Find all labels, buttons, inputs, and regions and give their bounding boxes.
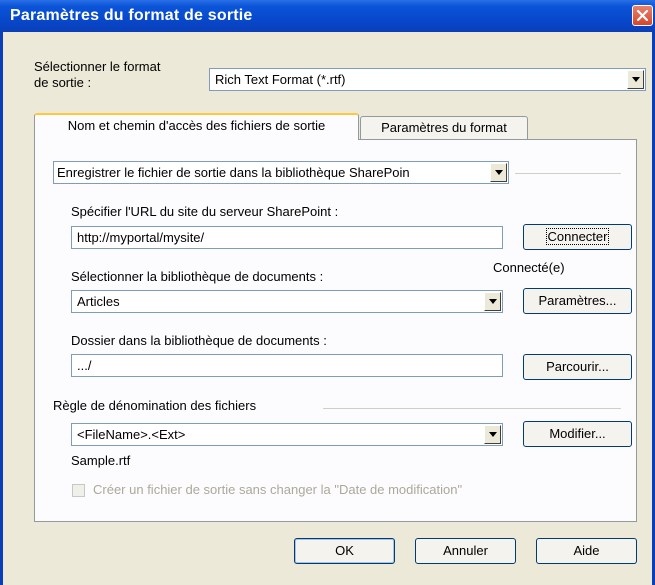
tab-panel: Enregistrer le fichier de sortie dans la… — [34, 139, 637, 522]
browse-button-label: Parcourir... — [546, 359, 609, 374]
format-label-line1: Sélectionner le format — [34, 59, 161, 74]
folder-value: .../ — [77, 358, 92, 373]
naming-rule-value: <FileName>.<Ext> — [77, 427, 186, 442]
folder-label: Dossier dans la bibliothèque de document… — [71, 333, 327, 348]
help-button[interactable]: Aide — [536, 538, 637, 564]
library-select[interactable]: Articles — [71, 290, 503, 313]
title-bar[interactable]: Paramètres du format de sortie — [0, 0, 655, 32]
folder-input[interactable]: .../ — [71, 354, 503, 377]
modify-naming-button-label: Modifier... — [549, 426, 606, 441]
destination-select[interactable]: Enregistrer le fichier de sortie dans la… — [53, 161, 509, 184]
close-icon — [636, 9, 649, 22]
modify-naming-button[interactable]: Modifier... — [523, 421, 632, 447]
library-settings-button[interactable]: Paramètres... — [523, 288, 632, 314]
help-button-label: Aide — [573, 543, 600, 558]
ok-button[interactable]: OK — [294, 538, 395, 564]
server-url-input[interactable]: http://myportal/mysite/ — [71, 226, 503, 249]
naming-rule-label: Règle de dénomination des fichiers — [53, 398, 257, 413]
naming-sample: Sample.rtf — [71, 453, 131, 468]
server-url-value: http://myportal/mysite/ — [77, 230, 205, 245]
tab-format-settings-label: Paramètres du format — [381, 120, 507, 135]
format-select-value: Rich Text Format (*.rtf) — [215, 72, 346, 87]
format-select[interactable]: Rich Text Format (*.rtf) — [209, 68, 646, 91]
library-label: Sélectionner la bibliothèque de document… — [71, 269, 324, 284]
tab-output-files-label: Nom et chemin d'accès des fichiers de so… — [67, 118, 326, 133]
chevron-down-icon[interactable] — [484, 425, 501, 444]
format-label: Sélectionner le format de sortie : — [34, 59, 160, 91]
browse-button[interactable]: Parcourir... — [523, 354, 632, 380]
naming-rule-select[interactable]: <FileName>.<Ext> — [71, 423, 503, 446]
library-select-value: Articles — [77, 294, 120, 309]
dialog-title: Paramètres du format de sortie — [10, 7, 253, 24]
close-button[interactable] — [632, 5, 653, 26]
library-settings-button-label: Paramètres... — [538, 293, 617, 308]
destination-select-value: Enregistrer le fichier de sortie dans la… — [57, 165, 410, 180]
chevron-down-icon[interactable] — [484, 292, 501, 311]
tab-format-settings[interactable]: Paramètres du format — [360, 116, 528, 140]
ok-button-label: OK — [335, 543, 354, 558]
tab-output-files[interactable]: Nom et chemin d'accès des fichiers de so… — [34, 113, 359, 140]
keep-date-label: Créer un fichier de sortie sans changer … — [93, 482, 463, 497]
cancel-button-label: Annuler — [443, 543, 488, 558]
connect-button[interactable]: Connecter — [523, 224, 632, 250]
divider — [323, 408, 621, 409]
chevron-down-icon[interactable] — [627, 70, 644, 89]
server-url-label: Spécifier l'URL du site du serveur Share… — [71, 204, 339, 219]
connect-button-label: Connecter — [545, 228, 610, 245]
format-label-line2: de sortie : — [34, 75, 92, 90]
keep-date-checkbox[interactable] — [72, 484, 85, 497]
cancel-button[interactable]: Annuler — [415, 538, 516, 564]
connection-status: Connecté(e) — [493, 260, 565, 275]
chevron-down-icon[interactable] — [490, 163, 507, 182]
divider — [515, 173, 621, 174]
output-format-dialog: Paramètres du format de sortie Sélection… — [0, 0, 655, 585]
